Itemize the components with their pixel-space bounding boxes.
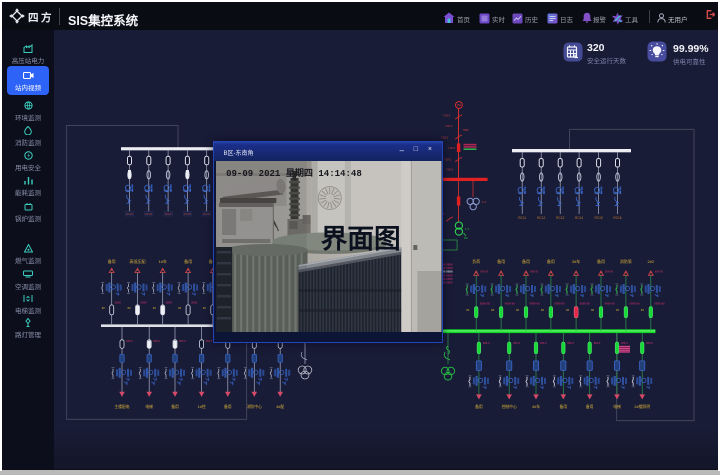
svg-text:RC04: RC04 — [165, 212, 172, 216]
svg-text:8888-88: 8888-88 — [480, 302, 491, 306]
svg-text:负荷: 负荷 — [472, 258, 480, 264]
svg-text:消防中心: 消防中心 — [247, 404, 262, 409]
svg-text:8888-88: 8888-88 — [505, 302, 516, 306]
svg-text:3#车: 3#车 — [572, 258, 580, 264]
svg-text:888-8: 888-8 — [594, 341, 601, 345]
svg-text:备用: 备用 — [522, 258, 530, 264]
svg-text:2#2: 2#2 — [647, 259, 654, 264]
svg-text:RC16: RC16 — [613, 216, 621, 220]
svg-text:A-T: A-T — [482, 200, 487, 204]
svg-text:RC13: RC13 — [556, 216, 564, 220]
svg-text:8888-88: 8888-88 — [554, 302, 565, 306]
svg-text:RC05: RC05 — [184, 212, 191, 216]
svg-text:09-09 2021 星期四 14:14:48: 09-09 2021 星期四 14:14:48 — [226, 167, 362, 179]
svg-text:8888-88: 8888-88 — [654, 302, 665, 306]
svg-text:2#楼照明: 2#楼照明 — [634, 404, 650, 409]
svg-text:8#: 8# — [591, 308, 595, 312]
svg-text:备用: 备用 — [586, 404, 594, 409]
svg-text:RC15: RC15 — [595, 216, 603, 220]
svg-text:1#车: 1#车 — [158, 258, 166, 264]
svg-text:界面图: 界面图 — [321, 224, 401, 254]
svg-text:1#控: 1#控 — [198, 404, 206, 409]
svg-text:8888: 8888 — [166, 301, 173, 305]
svg-text:718-2: 718-2 — [441, 136, 449, 140]
svg-text:主楼配电: 主楼配电 — [114, 404, 129, 409]
svg-text:备用: 备用 — [560, 404, 568, 409]
svg-text:4#车: 4#车 — [532, 404, 540, 409]
svg-text:888-8: 888-8 — [483, 341, 490, 345]
svg-text:888-8: 888-8 — [621, 341, 628, 345]
svg-text:8#: 8# — [541, 308, 545, 312]
svg-text:备用: 备用 — [547, 258, 555, 264]
svg-text:控制中心: 控制中心 — [502, 404, 517, 409]
svg-text:备用: 备用 — [108, 258, 116, 264]
svg-text:888-8: 888-8 — [153, 339, 160, 343]
svg-text:718-2: 718-2 — [443, 114, 451, 118]
svg-text:8#: 8# — [178, 306, 182, 310]
svg-text:RC06: RC06 — [203, 212, 210, 216]
svg-text:888-8: 888-8 — [179, 339, 186, 343]
svg-text:RC02: RC02 — [126, 212, 133, 216]
svg-text:8888-88: 8888-88 — [605, 302, 616, 306]
svg-text:8888-88: 8888-88 — [580, 302, 591, 306]
svg-text:RC12: RC12 — [537, 216, 545, 220]
svg-text:718-2: 718-2 — [446, 168, 454, 172]
svg-text:888-8: 888-8 — [567, 341, 574, 345]
svg-text:备用: 备用 — [597, 258, 605, 264]
svg-text:8888: 8888 — [141, 301, 148, 305]
svg-text:8#: 8# — [102, 306, 106, 310]
svg-text:RC03: RC03 — [145, 212, 152, 216]
svg-text:888-8: 888-8 — [540, 341, 547, 345]
svg-text:高低压配: 高低压配 — [130, 258, 146, 264]
svg-text:8#: 8# — [203, 306, 207, 310]
svg-text:消防泵: 消防泵 — [620, 258, 632, 264]
svg-text:718-2: 718-2 — [444, 158, 452, 162]
svg-text:备用: 备用 — [224, 404, 232, 409]
svg-text:电梯: 电梯 — [613, 404, 621, 409]
svg-text:888-88: 888-88 — [530, 270, 539, 274]
svg-text:8888: 8888 — [191, 301, 198, 305]
svg-text:电梯: 电梯 — [145, 404, 153, 409]
svg-text:8#: 8# — [153, 306, 157, 310]
svg-text:8888: 8888 — [115, 301, 122, 305]
svg-text:888-8: 888-8 — [513, 341, 520, 345]
svg-text:8#: 8# — [516, 308, 520, 312]
svg-text:8#: 8# — [128, 306, 132, 310]
svg-text:888-8: 888-8 — [126, 339, 133, 343]
svg-text:8#: 8# — [466, 308, 470, 312]
svg-text:1-T: 1-T — [465, 227, 469, 231]
svg-text:8#: 8# — [566, 308, 570, 312]
svg-text:备用: 备用 — [475, 404, 483, 409]
svg-text:8#: 8# — [491, 308, 495, 312]
svg-text:4#配: 4#配 — [276, 404, 284, 409]
svg-text:RC11: RC11 — [518, 216, 526, 220]
svg-text:RC14: RC14 — [575, 216, 583, 220]
svg-text:备用: 备用 — [497, 258, 505, 264]
svg-text:718-2: 718-2 — [448, 146, 456, 150]
svg-text:备用: 备用 — [184, 258, 192, 264]
svg-text:888-88: 888-88 — [655, 270, 664, 274]
svg-text:718-2: 718-2 — [445, 124, 453, 128]
svg-text:8888-88: 8888-88 — [629, 302, 640, 306]
svg-text:8#: 8# — [616, 308, 620, 312]
svg-text:备用: 备用 — [171, 404, 179, 409]
svg-text:8#: 8# — [641, 308, 645, 312]
svg-text:888-88: 888-88 — [605, 270, 614, 274]
svg-text:888-8: 888-8 — [646, 341, 653, 345]
svg-text:8888-88: 8888-88 — [530, 302, 541, 306]
svg-text:888-88: 888-88 — [480, 270, 489, 274]
svg-text:7582: 7582 — [463, 128, 470, 132]
